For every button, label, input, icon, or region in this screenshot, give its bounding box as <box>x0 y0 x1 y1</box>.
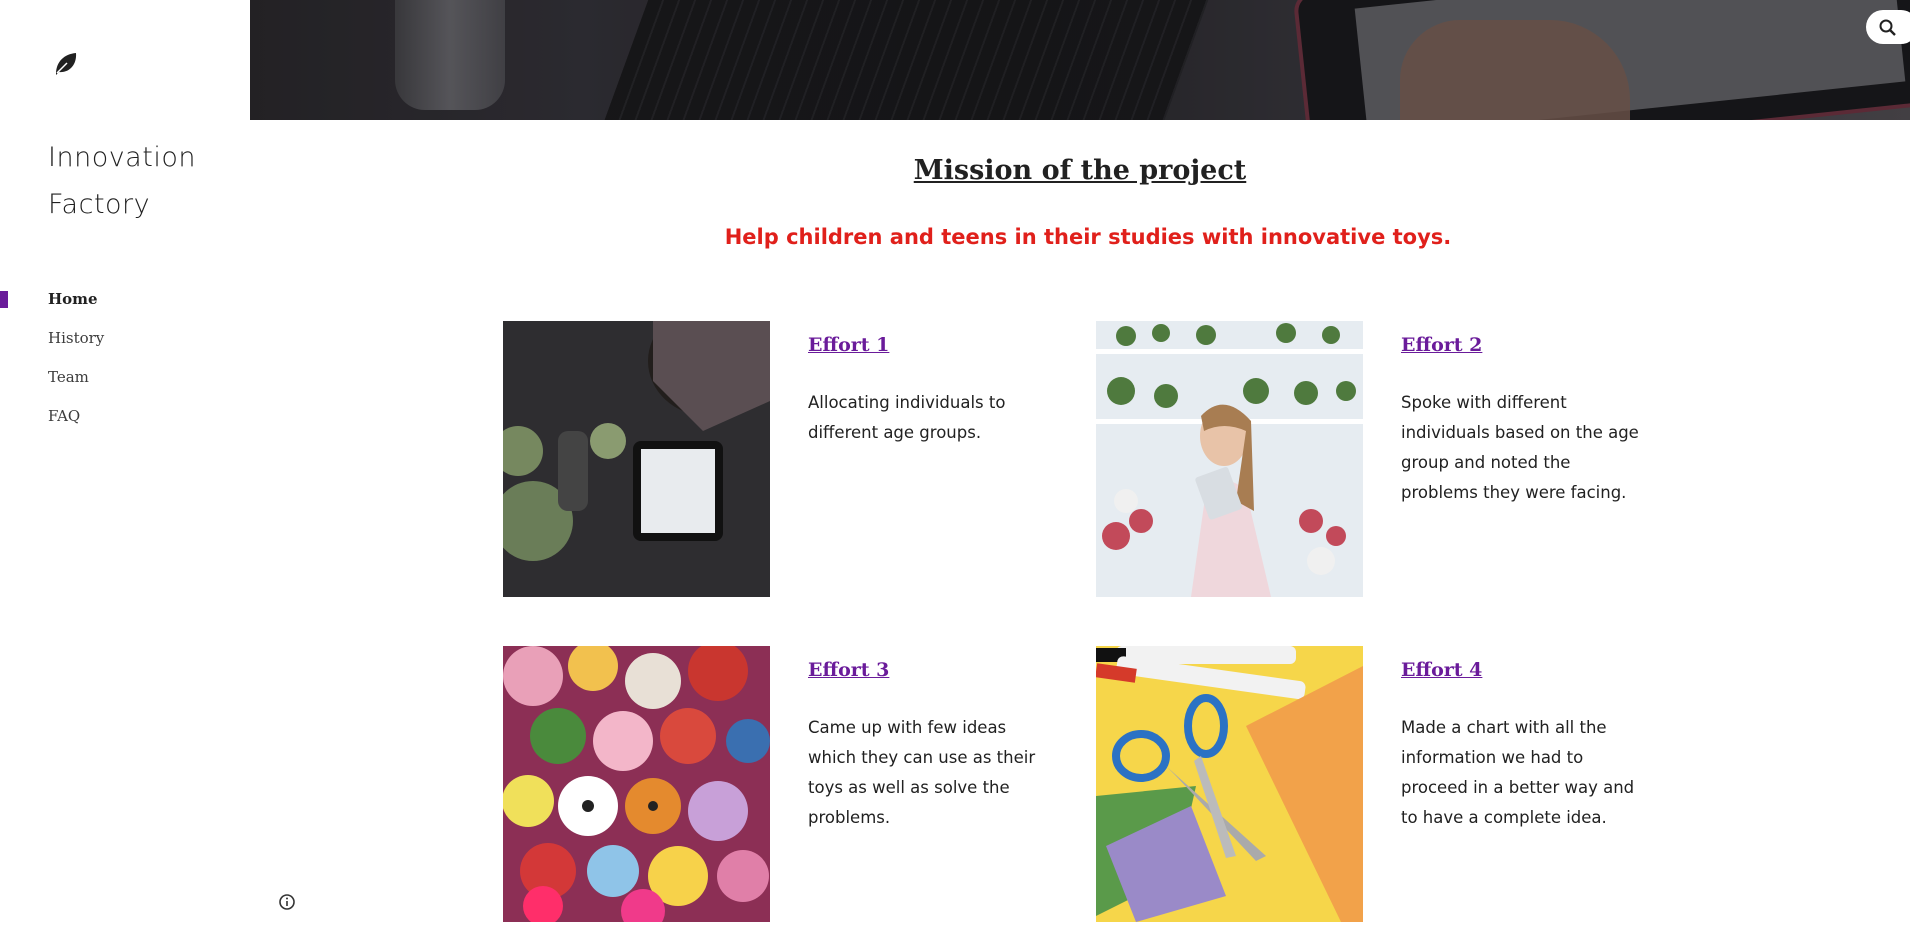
header-banner-image <box>250 0 1910 120</box>
sidebar-item-history[interactable]: History <box>0 324 250 363</box>
effort-1-text: Allocating individuals to different age … <box>808 393 1006 442</box>
active-indicator <box>0 291 8 308</box>
crayons-scissors-paper-photo <box>1096 646 1363 922</box>
sidebar-item-label: History <box>48 329 105 347</box>
sidebar-item-label: FAQ <box>48 407 81 425</box>
effort-4-text: Made a chart with all the information we… <box>1401 718 1635 827</box>
sidebar-item-label: Home <box>48 290 98 308</box>
sidebar-item-faq[interactable]: FAQ <box>0 402 250 441</box>
page-heading: Mission of the project <box>913 155 1247 186</box>
effort-3-link[interactable]: Effort 3 <box>808 659 889 681</box>
search-button[interactable] <box>1866 10 1910 44</box>
leaf-icon[interactable] <box>52 50 80 78</box>
banner-overlay <box>250 0 1910 120</box>
site-title[interactable]: Innovation Factory <box>48 134 248 228</box>
effort-1-link[interactable]: Effort 1 <box>808 334 889 356</box>
effort-2-text: Spoke with different individuals based o… <box>1401 393 1639 502</box>
sidebar-item-home[interactable]: Home <box>0 285 250 324</box>
sidebar-item-team[interactable]: Team <box>0 363 250 402</box>
effort-4-link[interactable]: Effort 4 <box>1401 659 1482 681</box>
sidebar-nav: Home History Team FAQ <box>0 285 250 441</box>
info-icon[interactable] <box>278 893 296 911</box>
mission-tagline: Help children and teens in their studies… <box>724 225 1452 249</box>
sidebar-item-label: Team <box>48 368 89 386</box>
person-with-tablet-and-plants-photo <box>503 321 770 597</box>
pile-of-plush-toys-photo <box>503 646 770 922</box>
effort-2-link[interactable]: Effort 2 <box>1401 334 1482 356</box>
effort-3-text: Came up with few ideas which they can us… <box>808 718 1036 827</box>
sidebar: Innovation Factory Home History Team FAQ <box>0 0 250 936</box>
search-icon <box>1879 19 1896 36</box>
florist-with-tablet-photo <box>1096 321 1363 597</box>
